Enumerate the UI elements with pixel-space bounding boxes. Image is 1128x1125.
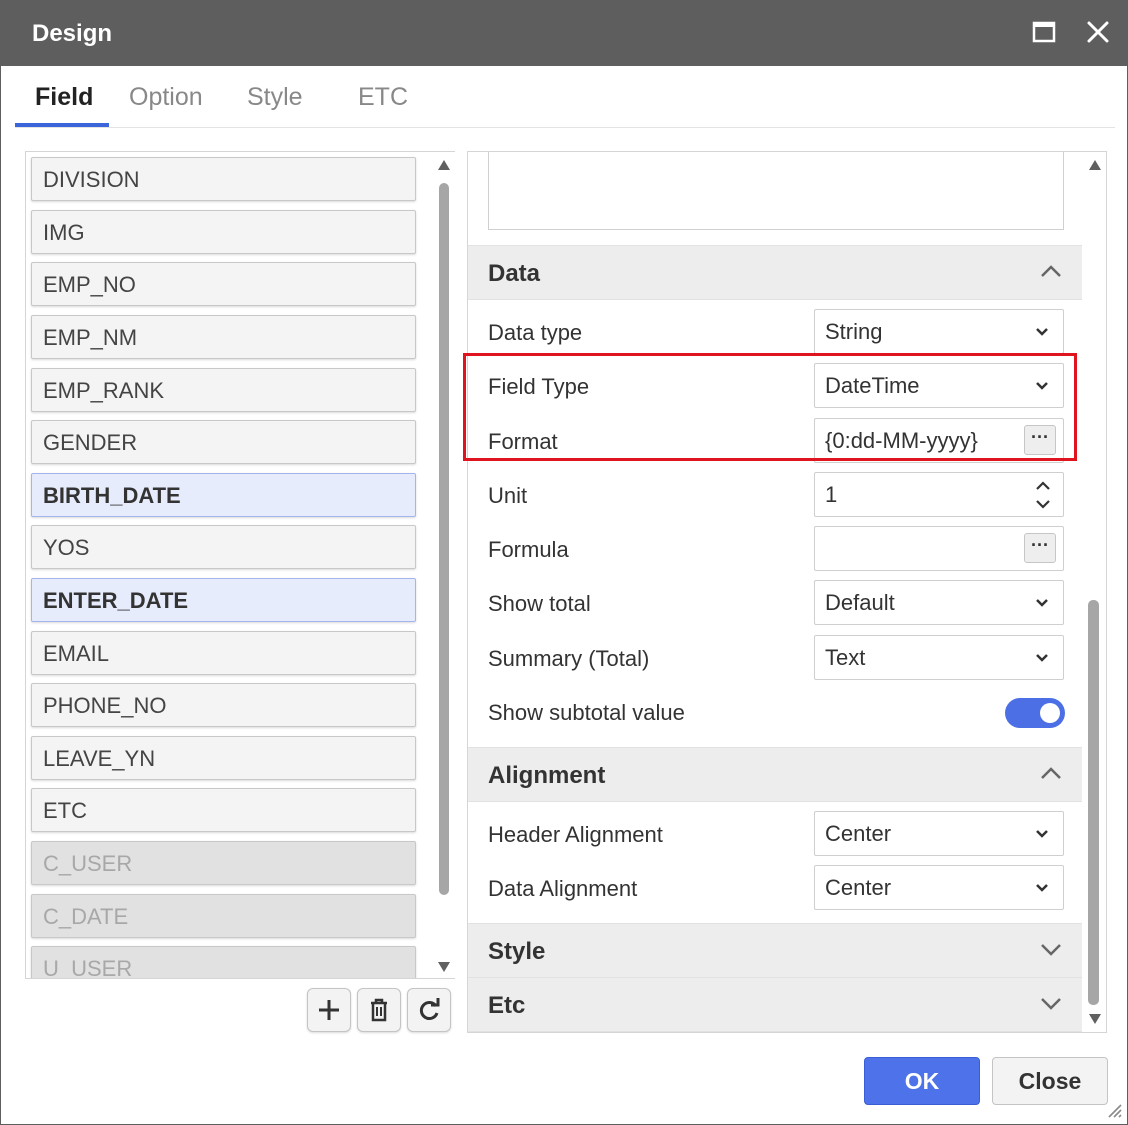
tab-etc[interactable]: ETC bbox=[358, 83, 408, 112]
unit-input[interactable]: 1 bbox=[814, 472, 1064, 517]
section-style-header[interactable]: Style bbox=[468, 923, 1082, 978]
formula-ellipsis-button[interactable]: ··· bbox=[1024, 533, 1056, 563]
chevron-down-icon bbox=[1036, 830, 1048, 838]
section-etc-header[interactable]: Etc bbox=[468, 977, 1082, 1032]
data-alignment-select[interactable]: Center bbox=[814, 865, 1064, 910]
chevron-down-icon bbox=[1036, 328, 1048, 336]
design-dialog: Design Field Option Style ETC DIVISION I… bbox=[0, 0, 1128, 1125]
title-bar[interactable]: Design bbox=[1, 1, 1127, 66]
section-etc-title: Etc bbox=[488, 992, 526, 1019]
summary-total-select[interactable]: Text bbox=[814, 635, 1064, 680]
section-style-title: Style bbox=[488, 938, 546, 965]
section-alignment-header[interactable]: Alignment bbox=[468, 747, 1082, 802]
field-list: DIVISION IMG EMP_NO EMP_NM EMP_RANK GEND… bbox=[25, 151, 455, 979]
trash-icon bbox=[371, 998, 387, 1022]
tab-bar: Field Option Style ETC bbox=[15, 67, 1115, 129]
scroll-down-icon[interactable] bbox=[437, 961, 451, 973]
section-data-title: Data bbox=[488, 260, 541, 287]
formula-input[interactable]: ··· bbox=[814, 526, 1064, 571]
field-item-division[interactable]: DIVISION bbox=[31, 157, 416, 201]
chevron-down-icon[interactable] bbox=[1040, 996, 1062, 1010]
field-item-leave-yn[interactable]: LEAVE_YN bbox=[31, 736, 416, 780]
ok-button[interactable]: OK bbox=[864, 1057, 980, 1105]
property-panel-scrollbar[interactable] bbox=[1083, 153, 1107, 1031]
field-item-gender[interactable]: GENDER bbox=[31, 420, 416, 464]
toggle-knob bbox=[1040, 703, 1060, 723]
field-item-yos[interactable]: YOS bbox=[31, 525, 416, 569]
header-alignment-label: Header Alignment bbox=[488, 822, 663, 847]
data-alignment-value: Center bbox=[825, 875, 892, 900]
field-item-emp-nm[interactable]: EMP_NM bbox=[31, 315, 416, 359]
tab-option[interactable]: Option bbox=[129, 83, 203, 112]
data-type-select[interactable]: String bbox=[814, 309, 1064, 354]
field-item-emp-rank[interactable]: EMP_RANK bbox=[31, 368, 416, 412]
field-item-enter-date[interactable]: ENTER_DATE bbox=[31, 578, 416, 622]
close-icon[interactable] bbox=[1081, 15, 1115, 49]
field-item-phone-no[interactable]: PHONE_NO bbox=[31, 683, 416, 727]
chevron-down-icon[interactable] bbox=[1040, 942, 1062, 956]
section-alignment-title: Alignment bbox=[488, 762, 606, 789]
field-item-c-date: C_DATE bbox=[31, 894, 416, 938]
chevron-up-icon[interactable] bbox=[1040, 766, 1062, 780]
header-alignment-value: Center bbox=[825, 821, 892, 846]
formula-label: Formula bbox=[488, 537, 569, 562]
summary-total-label: Summary (Total) bbox=[488, 646, 650, 671]
tab-divider bbox=[15, 127, 1115, 128]
spinner-icon[interactable] bbox=[1035, 478, 1051, 512]
section-data-header[interactable]: Data bbox=[468, 245, 1082, 300]
unit-label: Unit bbox=[488, 483, 528, 508]
highlight-box bbox=[463, 353, 1077, 461]
field-item-emp-no[interactable]: EMP_NO bbox=[31, 262, 416, 306]
show-subtotal-label: Show subtotal value bbox=[488, 700, 685, 725]
show-subtotal-toggle[interactable] bbox=[1005, 698, 1065, 728]
property-panel: Data Data type String Field Type DateTim… bbox=[467, 151, 1107, 1033]
chevron-down-icon bbox=[1036, 884, 1048, 892]
field-item-birth-date[interactable]: BIRTH_DATE bbox=[31, 473, 416, 517]
show-total-value: Default bbox=[825, 590, 895, 615]
active-tab-indicator bbox=[15, 123, 109, 127]
resize-grip-icon[interactable] bbox=[1105, 1101, 1123, 1119]
property-panel-scroll-thumb[interactable] bbox=[1088, 600, 1099, 1005]
data-type-value: String bbox=[825, 319, 883, 344]
field-list-scrollbar[interactable] bbox=[433, 153, 455, 979]
delete-field-button[interactable] bbox=[357, 988, 401, 1032]
field-item-email[interactable]: EMAIL bbox=[31, 631, 416, 675]
chevron-up-icon[interactable] bbox=[1040, 264, 1062, 278]
window-title: Design bbox=[32, 20, 113, 47]
data-type-label: Data type bbox=[488, 320, 583, 345]
data-alignment-label: Data Alignment bbox=[488, 876, 638, 901]
scroll-up-icon[interactable] bbox=[437, 159, 451, 171]
scroll-up-icon[interactable] bbox=[1088, 159, 1102, 171]
show-total-label: Show total bbox=[488, 591, 591, 616]
refresh-icon bbox=[419, 998, 440, 1020]
maximize-icon[interactable] bbox=[1027, 15, 1061, 49]
show-total-select[interactable]: Default bbox=[814, 580, 1064, 625]
tab-field[interactable]: Field bbox=[35, 83, 93, 112]
add-field-button[interactable] bbox=[307, 988, 351, 1032]
description-textarea[interactable] bbox=[488, 152, 1064, 230]
scroll-down-icon[interactable] bbox=[1088, 1013, 1102, 1025]
refresh-button[interactable] bbox=[407, 988, 451, 1032]
field-item-u-user: U_USER bbox=[31, 946, 416, 978]
field-item-c-user: C_USER bbox=[31, 841, 416, 885]
field-list-scroll-thumb[interactable] bbox=[439, 183, 449, 895]
chevron-down-icon bbox=[1036, 654, 1048, 662]
tab-style[interactable]: Style bbox=[247, 83, 303, 112]
field-item-etc[interactable]: ETC bbox=[31, 788, 416, 832]
summary-total-value: Text bbox=[825, 645, 866, 670]
field-item-img[interactable]: IMG bbox=[31, 210, 416, 254]
plus-icon bbox=[319, 1000, 339, 1020]
header-alignment-select[interactable]: Center bbox=[814, 811, 1064, 856]
close-button[interactable]: Close bbox=[992, 1057, 1108, 1105]
unit-value: 1 bbox=[825, 482, 838, 507]
chevron-down-icon bbox=[1036, 599, 1048, 607]
